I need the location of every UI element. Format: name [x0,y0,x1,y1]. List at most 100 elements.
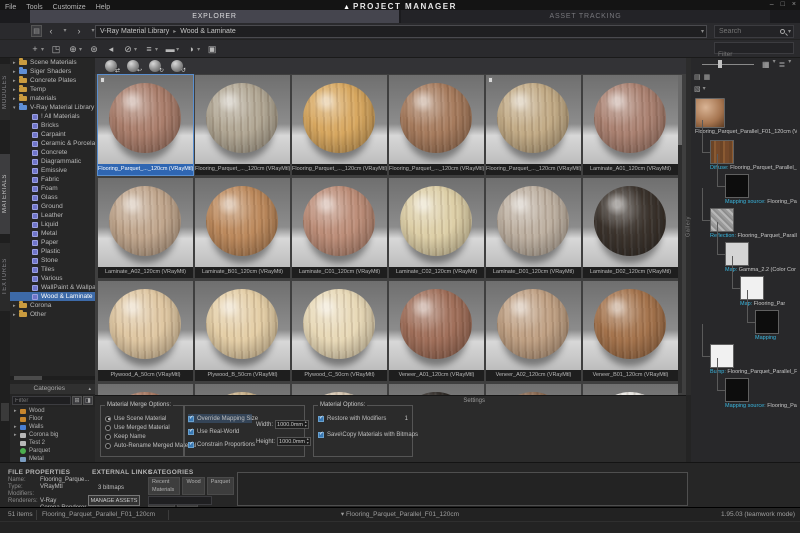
close-button[interactable]: × [792,0,796,10]
pick-material-icon[interactable]: ↩ [127,60,139,72]
preview-large-icon[interactable]: ▦ [704,73,711,81]
material-card-partial[interactable] [292,384,387,395]
square-icon[interactable]: ▣ [207,41,217,58]
node-reflection[interactable]: Reflection: Flooring_Parquet_Parallel_F [710,208,797,239]
tree-item-concrete[interactable]: Concrete [10,148,95,157]
maximize-button[interactable]: □ [781,0,785,10]
web-library-icon[interactable]: ⊕ [68,41,78,58]
add-icon-caret[interactable]: ▾ [41,46,44,53]
category-add-input[interactable] [148,496,212,505]
material-card-partial[interactable] [389,384,484,395]
render-preview-icon[interactable]: ↻ [149,60,161,72]
tab-asset-tracking[interactable]: ASSET TRACKING [401,10,770,23]
categories-edit-icon[interactable]: ◨ [83,396,93,405]
material-card[interactable]: Plywood_A_50cm (VRayMtl) [98,281,193,381]
tiles-icon-caret[interactable]: ▾ [703,85,706,93]
material-card-partial[interactable] [583,384,678,395]
checkbox-save-copy-materials-with-bitmaps[interactable]: Save\Copy Materials with Bitmaps [318,430,408,439]
rail-tab-modules[interactable]: MODULES [0,64,10,120]
material-card[interactable]: Veneer_B01_120cm (VRayMtl) [583,281,678,381]
checkbox-use-real-world[interactable]: Use Real-World [188,427,252,436]
category-item-walls[interactable]: ▸Walls [10,423,95,431]
tree-item-metal[interactable]: Metal [10,229,95,238]
web-library-icon-caret[interactable]: ▾ [79,46,82,53]
tree-item-liquid[interactable]: Liquid [10,220,95,229]
tree-item-materials[interactable]: ▸materials [10,94,95,103]
radio-auto-rename-merged-material[interactable]: Auto-Rename Merged Material [105,441,180,450]
material-card[interactable]: Laminate_D02_120cm (VRayMtl) [583,178,678,278]
thumbnails-view-icon-caret[interactable]: ▾ [773,58,776,71]
node-diffuse[interactable]: Diffuse: Flooring_Parquet_Parallel_F01_ [710,140,797,171]
node-mappingsource[interactable]: Mapping source: Flooring_Pa [725,378,797,409]
tree-item-paper[interactable]: Paper [10,238,95,247]
tree-item-v-ray-material-library[interactable]: ▾V-Ray Material Library [10,103,95,112]
tree-item-wallpaint-wallpaper[interactable]: WallPaint & Wallpaper [10,283,95,292]
manage-assets-button[interactable]: MANAGE ASSETS [88,495,140,506]
tab-explorer[interactable]: EXPLORER [30,10,399,23]
search-dropdown-icon[interactable]: ▾ [788,28,791,35]
material-card-partial[interactable] [195,384,290,395]
assign-material-icon[interactable]: ⇄ [105,60,117,72]
back-dropdown-icon[interactable]: ▾ [60,23,70,40]
category-item-metal[interactable]: Metal [10,455,95,462]
material-card[interactable]: Laminate_C01_120cm (VRayMtl) [292,178,387,278]
material-card-partial[interactable] [486,384,581,395]
category-item-floor[interactable]: Floor [10,415,95,423]
material-card[interactable]: Plywood_C_50cm (VRayMtl) [292,281,387,381]
search-icon[interactable] [780,29,785,34]
material-card[interactable]: Plywood_B_50cm (VRayMtl) [195,281,290,381]
tree-item-temp[interactable]: ▸Temp [10,85,95,94]
preview-small-icon[interactable]: ▤ [694,73,701,81]
material-card[interactable]: Flooring_Parquet_..._120cm (VRayMtl) [292,75,387,175]
status-center-name[interactable]: ▾ Flooring_Parquet_Parallel_F01_120cm [0,508,800,522]
category-item-wood[interactable]: ▸Wood [10,407,95,415]
tree-item-stone[interactable]: Stone [10,256,95,265]
tree-item-plastic[interactable]: Plastic [10,247,95,256]
category-item-test-2[interactable]: Test 2 [10,439,95,447]
tree-item-various[interactable]: Various [10,274,95,283]
tree-item-other[interactable]: ▸Other [10,310,95,319]
rail-libraries-icon[interactable] [1,403,9,421]
tag-icon[interactable]: ▬ [165,41,175,58]
forward-icon[interactable]: › [74,23,84,40]
node-mapping[interactable]: Mapping [755,310,779,341]
tree-item-tiles[interactable]: Tiles [10,265,95,274]
tree-item-diagrammatic[interactable]: Diagrammatic [10,157,95,166]
material-card[interactable]: Laminate_C02_120cm (VRayMtl) [389,178,484,278]
radio-keep-name[interactable]: Keep Name [105,432,180,441]
notes-icon[interactable]: ▤ [31,25,42,37]
spinner-arrows-icon[interactable]: ▲▼ [304,421,307,428]
category-item-corona-big[interactable]: ▸Corona big [10,431,95,439]
node-bump[interactable]: Bump: Flooring_Parquet_Parallel_F01_1 [710,344,797,375]
breadcrumb-dropdown-icon[interactable]: ▾ [701,27,704,38]
rail-tab-materials[interactable]: MATERIALS [0,154,10,234]
tree-item-ceramic-porcelain[interactable]: Ceramic & Porcelain [10,139,95,148]
material-card[interactable]: Laminate_D01_120cm (VRayMtl) [486,178,581,278]
tree-horizontal-scrollbar[interactable] [10,376,95,380]
tree-item-foam[interactable]: Foam [10,184,95,193]
breadcrumb-root[interactable]: V-Ray Material Library [100,28,169,35]
checkbox-restore-with-modifiers[interactable]: Restore with Modifiers1 [318,414,408,423]
tree-item-fabric[interactable]: Fabric [10,175,95,184]
height-spinner[interactable]: 1000.0mm▲▼ [277,437,311,446]
material-root-node[interactable]: Flooring_Parquet_Parallel_F01_120cm (VRa… [695,98,797,135]
categories-collapse-icon[interactable]: ▴ [88,384,91,394]
tree-item-leather[interactable]: Leather [10,211,95,220]
node-map[interactable]: Map: Gamma_2.2 (Color Cor [725,242,796,273]
settings-link[interactable]: Settings [425,398,485,404]
material-card[interactable]: Flooring_Parquet_..._120cm (VRayMtl) [98,75,193,175]
copy-icon[interactable]: ◳ [51,41,61,58]
material-card[interactable]: Flooring_Parquet_..._120cm (VRayMtl) [389,75,484,175]
node-mappingsource[interactable]: Mapping source: Flooring_Pa [725,174,797,205]
tree-item-wood-laminate[interactable]: Wood & Laminate [10,292,95,301]
tree-item--all-materials[interactable]: ! All Materials [10,112,95,121]
view-list-icon[interactable]: ≡ [144,41,154,58]
breadcrumb-current[interactable]: Wood & Laminate [180,28,236,35]
minimize-button[interactable]: – [770,0,774,10]
thumbnails-view-icon[interactable]: ▦ [762,58,770,71]
radio-use-merged-material[interactable]: Use Merged Material [105,423,180,432]
tree-item-glass[interactable]: Glass [10,193,95,202]
categories-panel-header[interactable]: ▴ Categories [10,384,95,394]
categories-add-icon[interactable]: ⊞ [72,396,82,405]
category-tag[interactable]: Wood [182,477,204,495]
